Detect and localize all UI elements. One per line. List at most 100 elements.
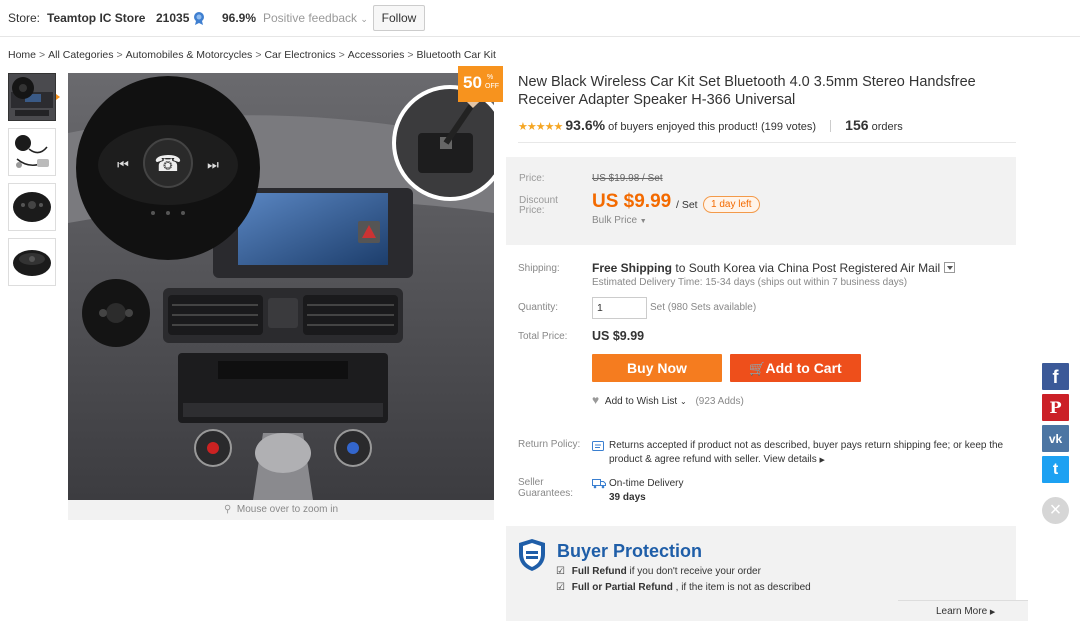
breadcrumb-separator: > [39,49,46,61]
partial-refund-row: ☑ Full or Partial Refund , if the item i… [556,582,811,593]
pinterest-icon[interactable]: P [1042,394,1069,421]
breadcrumb-separator: > [116,49,123,61]
medal-icon [194,12,204,25]
seller-guarantees-info: On-time Delivery 39 days [609,477,683,505]
add-to-cart-button[interactable]: 🛒Add to Cart [730,354,861,382]
breadcrumb-home[interactable]: Home [8,49,36,61]
svg-text:⏭: ⏭ [207,158,219,173]
quantity-available: Set (980 Sets available) [650,302,757,313]
car-kit-front-image [9,184,55,230]
magnifier-icon: ⚲ [223,504,232,515]
caret-right-icon: ▶ [989,609,996,616]
store-bar: Store: Teamtop IC Store 21035 96.9% Posi… [0,0,1080,37]
checkbox-icon: ☑ [556,582,565,593]
rating-divider [830,120,832,132]
breadcrumb-separator: > [338,49,345,61]
rating-percent: 93.6% [565,117,606,133]
full-refund-text: if you don't receive your order [629,566,761,577]
cart-icon: 🛒 [749,361,766,376]
thumbnail-1[interactable] [8,73,56,121]
breadcrumb-bluetooth-car-kit[interactable]: Bluetooth Car Kit [417,49,496,61]
bulk-price-label: Bulk Price [592,215,638,226]
shipping-label: Shipping: [518,263,560,274]
close-glyph: × [1049,499,1062,521]
caret-right-icon: ▶ [819,457,825,464]
product-title: New Black Wireless Car Kit Set Bluetooth… [518,74,976,108]
view-details-link[interactable]: View details ▶ [764,454,825,465]
return-policy-label: Return Policy: [518,439,581,450]
feedback-percent: 96.9% [222,11,257,25]
learn-more-link[interactable]: Learn More ▶ [898,600,1028,621]
bulk-price-dropdown[interactable]: Bulk Price ▼ [592,215,647,226]
discount-off: OFF [485,83,499,90]
twitter-icon[interactable]: t [1042,456,1069,483]
breadcrumb-all-categories[interactable]: All Categories [48,49,113,61]
discount-percent: 50 [463,73,482,92]
star-rating-icon[interactable]: ★★★★★ [518,121,563,133]
total-price-label: Total Price: [518,331,568,342]
price-unit: / Set [676,199,698,211]
close-icon[interactable]: × [1042,497,1069,524]
learn-more-label: Learn More [936,606,988,617]
rating-text: of buyers enjoyed this product! [608,121,758,133]
quantity-label: Quantity: [518,302,559,313]
chevron-down-icon: ⌄ [360,14,368,24]
delivery-truck-icon [592,479,606,489]
partial-refund-label: Full or Partial Refund [571,582,673,593]
checkbox-icon: ☑ [556,566,565,577]
orders-label: orders [871,121,903,133]
seller-label: Seller [518,477,544,488]
wish-list-label: Add to Wish List [604,396,678,407]
chevron-down-icon: ⌄ [679,397,687,406]
breadcrumb-accessories[interactable]: Accessories [348,49,405,61]
positive-feedback-dropdown[interactable]: Positive feedback ⌄ [263,11,368,25]
store-label: Store: [8,11,41,25]
price-box: Price: US $19.98 / Set Discount Price: U… [506,157,1016,245]
original-price: US $19.98 / Set [592,173,663,184]
facebook-glyph: f [1052,367,1059,387]
buyer-protection-title: Buyer Protection [557,541,703,561]
car-kit-angle-image [9,239,55,285]
quantity-input[interactable] [592,297,647,319]
breadcrumb-automobiles[interactable]: Automobiles & Motorcycles [126,49,253,61]
free-shipping: Free Shipping [592,261,673,275]
car-dashboard-image: ☎ ⏮ ⏭ [68,73,494,500]
vk-icon[interactable]: vk [1042,425,1069,452]
thumbnail-2[interactable] [8,128,56,176]
discount-label-line2: Price: [519,205,545,216]
main-product-image[interactable]: ☎ ⏮ ⏭ [68,73,494,500]
votes-link[interactable]: (199 votes) [761,121,816,133]
caret-down-icon: ▼ [639,218,647,225]
full-refund-row: ☑ Full Refund if you don't receive your … [556,566,761,577]
twitter-glyph: t [1052,461,1059,478]
guarantees-label: Guarantees: [518,488,574,499]
view-details-label: View details [763,454,817,465]
zoom-hint-text: Mouse over to zoom in [236,504,339,515]
breadcrumb-car-electronics[interactable]: Car Electronics [264,49,335,61]
follow-button[interactable]: Follow [373,5,425,31]
thumbnail-4[interactable] [8,238,56,286]
discount-badge: 50 % OFF [458,66,503,102]
store-score: 21035 [156,11,190,25]
orders-count: 156 [845,117,869,133]
return-policy-icon [592,441,604,451]
heart-icon: ♥ [592,393,600,407]
svg-text:☎: ☎ [154,152,181,177]
store-name-link[interactable]: Teamtop IC Store [47,11,145,25]
seller-guarantees-label: Seller Guarantees: [518,477,573,499]
svg-text:⏮: ⏮ [117,158,129,173]
full-refund-label: Full Refund [571,566,627,577]
shipping-to: to [675,261,686,275]
vk-glyph: vk [1048,432,1063,446]
buy-now-button[interactable]: Buy Now [592,354,722,382]
thumbnail-3[interactable] [8,183,56,231]
thumbnail-pointer [56,94,60,100]
estimated-delivery: Estimated Delivery Time: 15-34 days (shi… [592,277,908,288]
breadcrumb-separator: > [255,49,262,61]
total-price: US $9.99 [592,329,645,343]
breadcrumb-separator: > [407,49,414,61]
wish-list-link[interactable]: ♥ Add to Wish List ⌄ (923 Adds) [592,393,744,407]
shipping-dropdown-icon[interactable] [944,262,956,273]
facebook-icon[interactable]: f [1042,363,1069,390]
return-policy-text: Returns accepted if product not as descr… [609,439,1017,468]
